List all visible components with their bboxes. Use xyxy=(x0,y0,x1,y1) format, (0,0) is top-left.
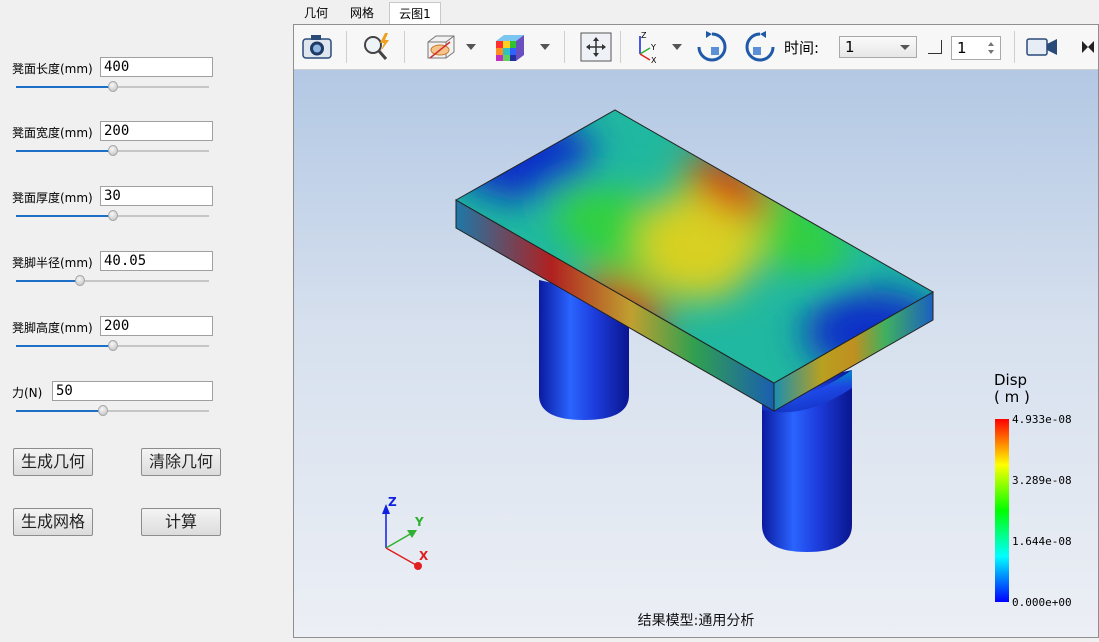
param-force: 力(N) 50 xyxy=(12,381,213,421)
step-spinbox[interactable]: 1 xyxy=(951,36,1001,60)
color-cube-icon[interactable] xyxy=(492,30,528,64)
legend-color-bar xyxy=(995,419,1009,602)
svg-text:Y: Y xyxy=(650,43,656,52)
axis-triad: Z Y X xyxy=(382,495,429,570)
param-seat-length: 凳面长度(mm) 400 xyxy=(12,57,213,97)
leg-height-slider[interactable] xyxy=(16,340,209,352)
axis-x-label: X xyxy=(419,549,429,563)
param-seat-thickness: 凳面厚度(mm) 30 xyxy=(12,186,213,226)
slider-knob[interactable] xyxy=(107,340,118,351)
slider-knob[interactable] xyxy=(107,81,118,92)
param-label: 凳脚半径(mm) xyxy=(12,256,93,270)
step-checkbox[interactable] xyxy=(928,40,942,54)
camera-icon[interactable] xyxy=(299,30,335,64)
compute-button[interactable]: 计算 xyxy=(141,508,221,536)
param-seat-width: 凳面宽度(mm) 200 xyxy=(12,121,213,161)
generate-mesh-button[interactable]: 生成网格 xyxy=(13,508,93,536)
tab-geometry[interactable]: 几何 xyxy=(293,2,339,24)
force-slider[interactable] xyxy=(16,405,209,417)
seat-width-slider[interactable] xyxy=(16,145,209,157)
seat-thickness-input[interactable]: 30 xyxy=(100,186,213,206)
seat-width-input[interactable]: 200 xyxy=(100,121,213,141)
rotate-ccw-icon[interactable] xyxy=(742,30,778,64)
record-icon[interactable] xyxy=(1024,30,1060,64)
legend-value-3: 1.644e-08 xyxy=(1012,535,1072,548)
chevron-down-icon[interactable] xyxy=(540,44,550,50)
legend-value-2: 3.289e-08 xyxy=(1012,474,1072,487)
rotate-cw-icon[interactable] xyxy=(694,30,730,64)
svg-text:X: X xyxy=(651,56,657,64)
legend-title: Disp ( m ) xyxy=(994,371,1030,406)
param-leg-radius: 凳脚半径(mm) 40.05 xyxy=(12,251,213,291)
result-view-panel: Z Y X 时间: 1 1 Z Y X Disp (m) 4.933e-08… xyxy=(293,24,1099,638)
param-label: 凳面长度(mm) xyxy=(12,62,93,76)
seat-thickness-slider[interactable] xyxy=(16,210,209,222)
chevron-down-icon[interactable] xyxy=(466,44,476,50)
generate-geometry-button[interactable]: 生成几何 xyxy=(13,448,93,476)
3d-viewport[interactable]: Z Y X Disp ( m ) 4.933e-08 3.289e-08 1.6… xyxy=(294,70,1098,637)
section-icon[interactable] xyxy=(422,30,458,64)
slider-knob[interactable] xyxy=(107,210,118,221)
legend-value-max: 4.933e-08 xyxy=(1012,413,1072,426)
leg-radius-input[interactable]: 40.05 xyxy=(100,251,213,271)
toolbar: Z Y X 时间: 1 1 xyxy=(294,25,1098,70)
time-select-value: 1 xyxy=(845,38,855,56)
slider-knob[interactable] xyxy=(107,145,118,156)
spin-up-icon[interactable] xyxy=(988,42,994,46)
time-select[interactable]: 1 xyxy=(839,36,917,58)
seat-length-slider[interactable] xyxy=(16,81,209,93)
result-model-svg: Z Y X xyxy=(382,109,1009,602)
time-label: 时间: xyxy=(784,39,820,57)
tab-contour-1[interactable]: 云图1 xyxy=(389,2,441,24)
svg-text:Z: Z xyxy=(641,31,647,40)
legend-value-min: 0.000e+00 xyxy=(1012,596,1072,609)
axis-z-label: Z xyxy=(388,495,397,509)
tab-mesh[interactable]: 网格 xyxy=(339,2,385,24)
probe-icon[interactable] xyxy=(358,30,394,64)
param-label: 凳面宽度(mm) xyxy=(12,126,93,140)
model-name: 结果模型:通用分析 xyxy=(637,613,755,629)
chevron-down-icon xyxy=(900,45,910,50)
view-tabs: 几何 网格 云图1 xyxy=(293,2,1099,24)
param-leg-height: 凳脚高度(mm) 200 xyxy=(12,316,213,356)
chevron-down-icon[interactable] xyxy=(672,44,682,50)
overflow-icon[interactable] xyxy=(1070,30,1094,64)
leg-radius-slider[interactable] xyxy=(16,275,209,287)
axis-y-label: Y xyxy=(414,515,424,529)
slider-knob[interactable] xyxy=(74,275,85,286)
parameter-panel: 凳面长度(mm) 400 凳面宽度(mm) 200 凳面厚度(mm) 30 凳脚… xyxy=(0,0,290,642)
force-input[interactable]: 50 xyxy=(52,381,213,401)
seat-length-input[interactable]: 400 xyxy=(100,57,213,77)
fit-view-icon[interactable] xyxy=(578,30,614,64)
spin-down-icon[interactable] xyxy=(988,50,994,54)
param-label: 凳脚高度(mm) xyxy=(12,321,93,335)
step-value: 1 xyxy=(957,39,967,57)
axis-orientation-icon[interactable]: Z Y X xyxy=(628,30,664,65)
leg-height-input[interactable]: 200 xyxy=(100,316,213,336)
clear-geometry-button[interactable]: 清除几何 xyxy=(141,448,221,476)
slider-knob[interactable] xyxy=(97,405,108,416)
param-label: 凳面厚度(mm) xyxy=(12,191,93,205)
param-label: 力(N) xyxy=(12,386,43,400)
